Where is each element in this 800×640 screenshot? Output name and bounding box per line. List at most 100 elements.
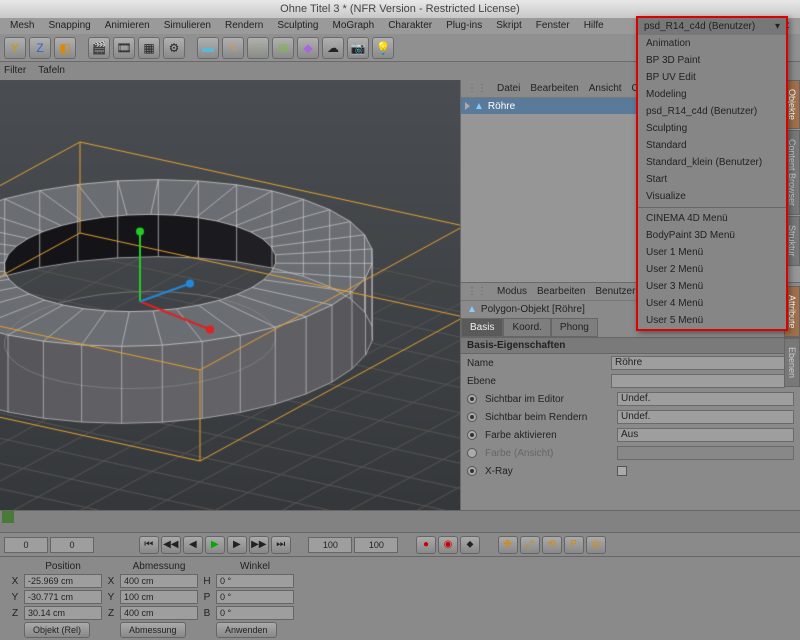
play-icon[interactable]: ▶ (205, 536, 225, 554)
param-key-icon[interactable]: P (564, 536, 584, 554)
goto-start-icon[interactable]: ⏮ (139, 536, 159, 554)
menu-item[interactable]: Plug-ins (440, 18, 488, 34)
keyframe-sel-icon[interactable]: ⬥ (460, 536, 480, 554)
record-icon[interactable]: ● (416, 536, 436, 554)
layout-option[interactable]: User 5 Menü (638, 312, 786, 329)
pos-y-field[interactable]: -30.771 cm (24, 590, 102, 604)
move-key-icon[interactable]: ✥ (498, 536, 518, 554)
prop-name-field[interactable]: Röhre (611, 356, 794, 370)
menu-item[interactable]: Animieren (99, 18, 156, 34)
project-end-field[interactable]: 100 (354, 537, 398, 553)
layout-option[interactable]: Visualize (638, 188, 786, 205)
menu-item[interactable]: Skript (490, 18, 528, 34)
axis-y-icon[interactable]: Y (4, 37, 26, 59)
coord-mode-button[interactable]: Objekt (Rel) (24, 622, 90, 638)
tab-koord[interactable]: Koord. (503, 318, 550, 337)
light-icon[interactable]: 💡 (372, 37, 394, 59)
attrib-menu-mode[interactable]: Modus (497, 286, 527, 297)
nurbs-icon[interactable]: ⬚ (247, 37, 269, 59)
array-icon[interactable]: ⊞ (272, 37, 294, 59)
size-y-field[interactable]: 100 cm (120, 590, 198, 604)
menu-item[interactable]: Mesh (4, 18, 40, 34)
render-frame-icon[interactable]: 🎞 (113, 37, 135, 59)
radio-icon[interactable] (467, 466, 477, 476)
attrib-menu-user[interactable]: Benutzer (595, 286, 635, 297)
axis-z-icon[interactable]: Z (29, 37, 51, 59)
step-fwd-icon[interactable]: ▶▶ (249, 536, 269, 554)
layout-option[interactable]: Sculpting (638, 120, 786, 137)
prop-color-enable-field[interactable]: Aus (617, 428, 794, 442)
layout-option[interactable]: BP UV Edit (638, 69, 786, 86)
range-start-field[interactable]: 0 (4, 537, 48, 553)
layout-option[interactable]: User 2 Menü (638, 261, 786, 278)
layout-option[interactable]: BodyPaint 3D Menü (638, 227, 786, 244)
layout-option[interactable]: Modeling (638, 86, 786, 103)
radio-icon[interactable] (467, 412, 477, 422)
spline-pen-icon[interactable]: ✎ (222, 37, 244, 59)
layout-option[interactable]: User 4 Menü (638, 295, 786, 312)
layout-dropdown[interactable]: psd_R14_c4d (Benutzer)▾ Animation BP 3D … (636, 16, 788, 331)
menu-item[interactable]: Charakter (382, 18, 438, 34)
radio-icon[interactable] (467, 394, 477, 404)
objects-menu-edit[interactable]: Bearbeiten (530, 83, 578, 94)
pos-x-field[interactable]: -25.969 cm (24, 574, 102, 588)
objects-menu-file[interactable]: Datei (497, 83, 520, 94)
menu-item[interactable]: Rendern (219, 18, 269, 34)
menu-item[interactable]: Fenster (530, 18, 576, 34)
layout-option[interactable]: psd_R14_c4d (Benutzer) (638, 103, 786, 120)
render-region-icon[interactable]: ▦ (138, 37, 160, 59)
goto-end-icon[interactable]: ⏭ (271, 536, 291, 554)
menu-item[interactable]: Hilfe (578, 18, 610, 34)
render-settings-icon[interactable]: ⚙ (163, 37, 185, 59)
apply-button[interactable]: Anwenden (216, 622, 277, 638)
objects-menu-view[interactable]: Ansicht (589, 83, 622, 94)
menu-item[interactable]: Simulieren (158, 18, 217, 34)
autokey-icon[interactable]: ◉ (438, 536, 458, 554)
size-mode-button[interactable]: Abmessung (120, 622, 186, 638)
layout-option[interactable]: Start (638, 171, 786, 188)
panels-tab[interactable]: Tafeln (38, 62, 65, 80)
layout-option[interactable]: Standard_klein (Benutzer) (638, 154, 786, 171)
layout-option[interactable]: User 3 Menü (638, 278, 786, 295)
tab-phong[interactable]: Phong (551, 318, 598, 337)
prop-ebene-field[interactable] (611, 374, 785, 388)
prop-editor-vis-field[interactable]: Undef. (617, 392, 794, 406)
rotate-key-icon[interactable]: ⟲ (542, 536, 562, 554)
step-back-icon[interactable]: ◀◀ (161, 536, 181, 554)
rot-h-field[interactable]: 0 ° (216, 574, 294, 588)
next-frame-icon[interactable]: ▶ (227, 536, 247, 554)
size-x-field[interactable]: 400 cm (120, 574, 198, 588)
layout-option[interactable]: Standard (638, 137, 786, 154)
menu-item[interactable]: Sculpting (271, 18, 324, 34)
clapboard-icon[interactable]: 🎬 (88, 37, 110, 59)
range-end-field[interactable]: 100 (308, 537, 352, 553)
filter-tab[interactable]: Filter (4, 62, 26, 80)
layout-option[interactable]: BP 3D Paint (638, 52, 786, 69)
layout-option[interactable]: Animation (638, 35, 786, 52)
camera-icon[interactable]: 📷 (347, 37, 369, 59)
primitive-cube-icon[interactable]: ▬ (197, 37, 219, 59)
timeline-ruler[interactable] (0, 510, 800, 532)
prev-frame-icon[interactable]: ◀ (183, 536, 203, 554)
pos-z-field[interactable]: 30.14 cm (24, 606, 102, 620)
current-frame-field[interactable]: 0 (50, 537, 94, 553)
layout-current[interactable]: psd_R14_c4d (Benutzer)▾ (638, 18, 786, 35)
radio-icon[interactable] (467, 430, 477, 440)
rot-b-field[interactable]: 0 ° (216, 606, 294, 620)
size-z-field[interactable]: 400 cm (120, 606, 198, 620)
tab-basis[interactable]: Basis (461, 318, 503, 337)
side-tab-layers[interactable]: Ebenen (784, 338, 800, 387)
radio-icon[interactable] (467, 448, 477, 458)
pla-key-icon[interactable]: ◎ (586, 536, 606, 554)
scale-key-icon[interactable]: ⤢ (520, 536, 540, 554)
layout-option[interactable]: CINEMA 4D Menü (638, 210, 786, 227)
expand-icon[interactable] (465, 102, 470, 110)
cube-icon[interactable]: ◧ (54, 37, 76, 59)
rot-p-field[interactable]: 0 ° (216, 590, 294, 604)
attrib-menu-edit[interactable]: Bearbeiten (537, 286, 585, 297)
3d-viewport[interactable] (0, 80, 460, 510)
menu-item[interactable]: Snapping (42, 18, 96, 34)
menu-item[interactable]: MoGraph (327, 18, 381, 34)
deformer-icon[interactable]: ◆ (297, 37, 319, 59)
prop-render-vis-field[interactable]: Undef. (617, 410, 794, 424)
